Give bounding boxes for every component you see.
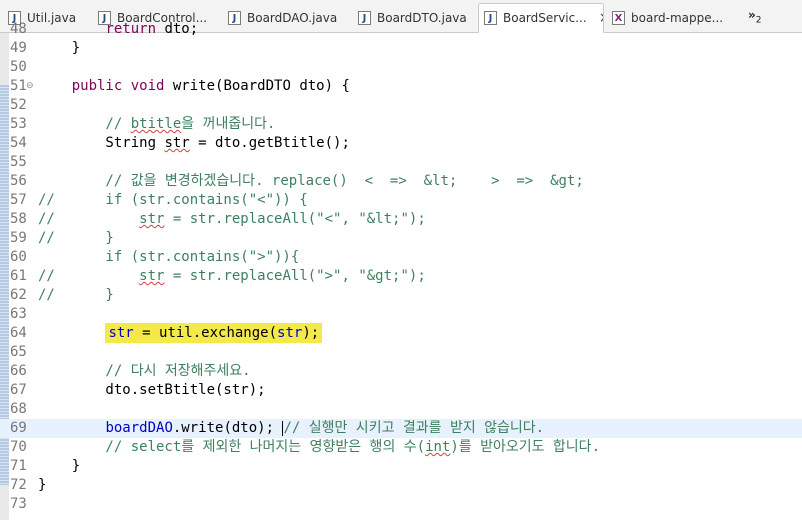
line-number: 56	[10, 173, 27, 189]
code-line: 61 // str = str.replaceAll(">", "&gt;");	[0, 267, 802, 286]
line-number: 69	[10, 420, 27, 436]
line-number: 58	[10, 211, 27, 227]
line-number: 59	[10, 230, 27, 246]
code-line: 73	[0, 495, 802, 514]
code-line: 49 }	[0, 39, 802, 58]
line-number: 64	[10, 325, 27, 341]
line-number: 68	[10, 401, 27, 417]
code-line: 51 ⊖ public void write(BoardDTO dto) {	[0, 77, 802, 96]
code-text[interactable]: public void write(BoardDTO dto) {	[38, 77, 350, 96]
line-number: 55	[10, 154, 27, 170]
code-line: 53 // btitle을 꺼내줍니다.	[0, 115, 802, 134]
code-line: 63	[0, 305, 802, 324]
code-text[interactable]: boardDAO.write(dto); // 실행만 시키고 결과를 받지 않…	[38, 419, 544, 438]
code-text[interactable]: }	[38, 39, 80, 58]
code-line: 52	[0, 96, 802, 115]
line-number: 72	[10, 477, 27, 493]
code-line: 72 }	[0, 476, 802, 495]
line-number: 49	[10, 40, 27, 56]
line-number: 71	[10, 458, 27, 474]
code-comment[interactable]: // select를 제외한 나머지는 영향받은 행의 수(int)를 받아오기…	[38, 438, 600, 457]
code-line: 64 str = util.exchange(str);	[0, 323, 802, 343]
code-comment[interactable]: // str = str.replaceAll(">", "&gt;");	[38, 267, 426, 286]
code-editor[interactable]: 48 return dto; 49 } 50 51 ⊖ public void …	[0, 21, 802, 520]
code-line: 57 // if (str.contains("<")) {	[0, 191, 802, 210]
code-line: 50	[0, 58, 802, 77]
line-number: 67	[10, 382, 27, 398]
code-line: 68	[0, 400, 802, 419]
code-text[interactable]: return dto;	[38, 20, 198, 39]
fold-collapse-icon[interactable]: ⊖	[26, 77, 34, 96]
line-number: 54	[10, 135, 27, 151]
line-number: 62	[10, 287, 27, 303]
code-line: 65	[0, 343, 802, 362]
code-line: 59 // }	[0, 229, 802, 248]
code-text[interactable]: str = util.exchange(str);	[38, 323, 323, 343]
code-comment[interactable]: // }	[38, 286, 114, 305]
code-comment[interactable]: // btitle을 꺼내줍니다.	[38, 115, 275, 134]
code-line-current: 69 boardDAO.write(dto); // 실행만 시키고 결과를 받…	[0, 419, 802, 438]
line-number: 50	[10, 59, 27, 75]
code-line: 58 // str = str.replaceAll("<", "&lt;");	[0, 210, 802, 229]
code-line: 70 // select를 제외한 나머지는 영향받은 행의 수(int)를 받…	[0, 438, 802, 457]
code-line: 55	[0, 153, 802, 172]
code-comment[interactable]: if (str.contains(">")){	[38, 248, 299, 267]
code-comment[interactable]: // 값을 변경하겠습니다. replace() < => &lt; > => …	[38, 172, 583, 191]
code-text[interactable]: }	[38, 476, 46, 495]
line-number: 60	[10, 249, 27, 265]
code-line: 54 String str = dto.getBtitle();	[0, 134, 802, 153]
line-number: 61	[10, 268, 27, 284]
code-text[interactable]: String str = dto.getBtitle();	[38, 134, 349, 153]
search-highlight: str = util.exchange(str);	[105, 323, 323, 343]
code-line: 66 // 다시 저장해주세요.	[0, 362, 802, 381]
line-number: 65	[10, 344, 27, 360]
line-number: 48	[10, 21, 27, 37]
line-number: 66	[10, 363, 27, 379]
code-comment[interactable]: // str = str.replaceAll("<", "&lt;");	[38, 210, 426, 229]
line-number: 70	[10, 439, 27, 455]
code-comment[interactable]: // }	[38, 229, 114, 248]
code-line: 67 dto.setBtitle(str);	[0, 381, 802, 400]
line-number: 73	[10, 496, 27, 512]
code-line: 56 // 값을 변경하겠습니다. replace() < => &lt; > …	[0, 172, 802, 191]
line-number: 52	[10, 97, 27, 113]
code-line: 62 // }	[0, 286, 802, 305]
code-line: 48 return dto;	[0, 20, 802, 39]
code-line: 60 if (str.contains(">")){	[0, 248, 802, 267]
code-comment[interactable]: // if (str.contains("<")) {	[38, 191, 308, 210]
line-number: 63	[10, 306, 27, 322]
line-number: 57	[10, 192, 27, 208]
line-number: 53	[10, 116, 27, 132]
code-text[interactable]: }	[38, 457, 80, 476]
code-text[interactable]: dto.setBtitle(str);	[38, 381, 265, 400]
code-comment[interactable]: // 다시 저장해주세요.	[38, 362, 250, 381]
code-line: 71 }	[0, 457, 802, 476]
